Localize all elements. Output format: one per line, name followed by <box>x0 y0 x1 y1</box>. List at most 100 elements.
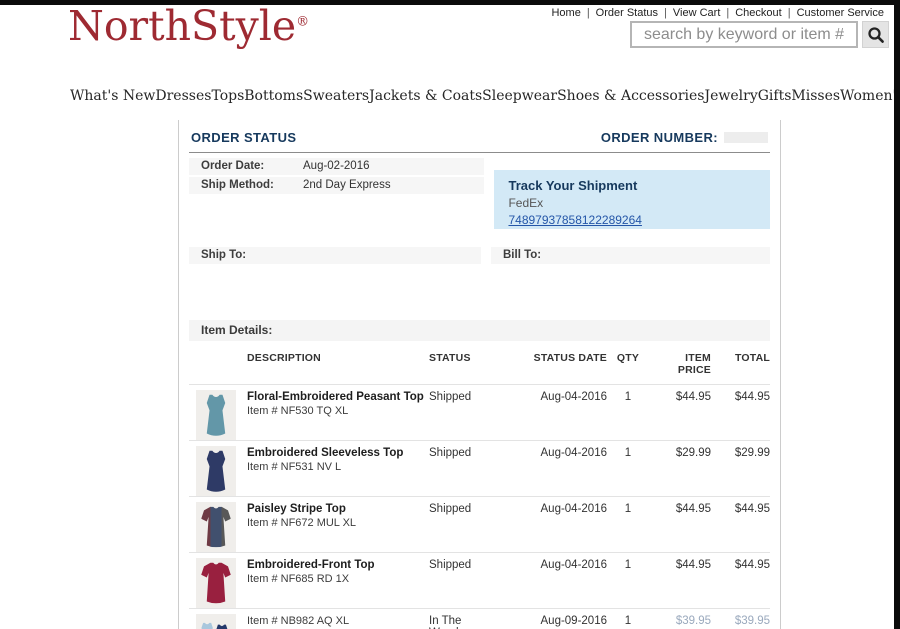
nav-item-tops[interactable]: Tops <box>211 88 244 104</box>
brand-name: NorthStyle <box>68 2 296 50</box>
product-thumbnail-graphic <box>197 391 235 439</box>
page-title: ORDER STATUS <box>191 130 296 145</box>
item-status: Shipped <box>429 502 521 515</box>
search-icon <box>867 26 885 44</box>
table-header: DESCRIPTIONSTATUSSTATUS DATEQTYITEM PRIC… <box>189 345 770 384</box>
product-name: Paisley Stripe Top <box>247 502 425 516</box>
items-table: DESCRIPTIONSTATUSSTATUS DATEQTYITEM PRIC… <box>189 345 770 629</box>
item-total: $44.95 <box>715 502 770 515</box>
item-status-date: Aug-04-2016 <box>525 390 607 403</box>
tracking-number-link[interactable]: 74897937858122289264 <box>508 213 641 227</box>
product-thumbnail-graphic <box>197 615 235 629</box>
item-description: Paisley Stripe Top Item # NF672 MUL XL <box>247 502 425 529</box>
product-thumbnail <box>196 558 236 608</box>
nav-item-sweaters[interactable]: Sweaters <box>303 88 369 104</box>
link-separator: | <box>788 7 791 19</box>
item-price: $44.95 <box>649 558 711 571</box>
column-header-status-date: STATUS DATE <box>525 352 607 376</box>
product-thumbnail <box>196 502 236 552</box>
nav-item-jackets-coats[interactable]: Jackets & Coats <box>369 88 482 104</box>
product-thumbnail-graphic <box>197 559 235 607</box>
order-info-row: Order Date:Aug-02-2016Ship Method:2nd Da… <box>189 158 770 229</box>
search-bar <box>630 21 889 48</box>
table-row: Item # NB982 AQ XL In The Warehouse Aug-… <box>189 608 770 629</box>
brand-logo[interactable]: NorthStyle® <box>68 4 309 49</box>
nav-item-women-s[interactable]: Women's <box>840 88 900 104</box>
product-item-number: Item # NF672 MUL XL <box>247 517 425 529</box>
item-status: Shipped <box>429 558 521 571</box>
product-thumbnail <box>196 614 236 629</box>
item-status: Shipped <box>429 446 521 459</box>
table-body: Floral-Embroidered Peasant Top Item # NF… <box>189 384 770 629</box>
item-status-date: Aug-04-2016 <box>525 446 607 459</box>
product-item-number: Item # NB982 AQ XL <box>247 615 425 627</box>
search-input[interactable] <box>630 21 858 48</box>
item-total: $44.95 <box>715 558 770 571</box>
order-status-panel: ORDER STATUS ORDER NUMBER: Order Date:Au… <box>178 120 781 629</box>
item-qty: 1 <box>611 502 645 515</box>
item-description: Item # NB982 AQ XL <box>247 614 425 627</box>
column-header-qty: QTY <box>611 352 645 376</box>
column-header-description: DESCRIPTION <box>247 352 425 376</box>
nav-item-jewelry[interactable]: Jewelry <box>704 88 757 104</box>
order-number-redacted <box>724 132 768 143</box>
product-thumbnail-graphic <box>197 447 235 495</box>
item-price: $29.99 <box>649 446 711 459</box>
field-label: Ship Method: <box>201 179 303 191</box>
link-separator: | <box>587 7 590 19</box>
search-button[interactable] <box>862 21 889 48</box>
field-value: 2nd Day Express <box>303 179 391 191</box>
item-description: Embroidered-Front Top Item # NF685 RD 1X <box>247 558 425 585</box>
column-header-total: TOTAL <box>715 352 770 376</box>
product-item-number: Item # NF531 NV L <box>247 461 425 473</box>
item-price: $39.95 <box>649 614 711 627</box>
product-item-number: Item # NF530 TQ XL <box>247 405 425 417</box>
main-nav: What's NewDressesTopsBottomsSweatersJack… <box>70 88 860 104</box>
product-thumbnail <box>196 390 236 440</box>
thumb-column-spacer <box>189 352 243 376</box>
tracking-carrier: FedEx <box>508 196 756 210</box>
bill-to-label: Bill To: <box>491 247 770 264</box>
nav-item-gifts[interactable]: Gifts <box>758 88 792 104</box>
nav-item-sleepwear[interactable]: Sleepwear <box>482 88 557 104</box>
address-row: Ship To: Bill To: <box>189 247 770 264</box>
item-status: In The Warehouse <box>429 614 521 629</box>
field-label: Order Date: <box>201 160 303 172</box>
link-separator: | <box>726 7 729 19</box>
item-status-date: Aug-04-2016 <box>525 502 607 515</box>
nav-item-shoes-accessories[interactable]: Shoes & Accessories <box>557 88 704 104</box>
ship-to-label: Ship To: <box>189 247 481 264</box>
right-black-strip <box>894 0 900 629</box>
product-thumbnail-graphic <box>197 503 235 551</box>
nav-item-dresses[interactable]: Dresses <box>155 88 211 104</box>
top-link-order-status[interactable]: Order Status <box>596 7 658 19</box>
item-qty: 1 <box>611 446 645 459</box>
item-qty: 1 <box>611 558 645 571</box>
field-value: Aug-02-2016 <box>303 160 370 172</box>
column-header-item-price: ITEM PRICE <box>649 352 711 376</box>
order-field-order-date: Order Date:Aug-02-2016 <box>189 158 484 175</box>
item-description: Floral-Embroidered Peasant Top Item # NF… <box>247 390 425 417</box>
product-name: Embroidered-Front Top <box>247 558 425 572</box>
item-status-date: Aug-09-2016 <box>525 614 607 627</box>
top-link-customer-service[interactable]: Customer Service <box>797 7 884 19</box>
item-description: Embroidered Sleeveless Top Item # NF531 … <box>247 446 425 473</box>
section-header: ORDER STATUS ORDER NUMBER: <box>189 126 770 153</box>
table-row: Floral-Embroidered Peasant Top Item # NF… <box>189 384 770 440</box>
nav-item-what-s-new[interactable]: What's New <box>70 88 155 104</box>
item-qty: 1 <box>611 614 645 627</box>
tracking-title: Track Your Shipment <box>508 178 756 193</box>
order-field-ship-method: Ship Method:2nd Day Express <box>189 177 484 194</box>
top-link-home[interactable]: Home <box>551 7 580 19</box>
nav-item-bottoms[interactable]: Bottoms <box>244 88 303 104</box>
item-status: Shipped <box>429 390 521 403</box>
top-link-view-cart[interactable]: View Cart <box>673 7 720 19</box>
product-name: Floral-Embroidered Peasant Top <box>247 390 425 404</box>
item-status-date: Aug-04-2016 <box>525 558 607 571</box>
table-row: Embroidered-Front Top Item # NF685 RD 1X… <box>189 552 770 608</box>
top-link-checkout[interactable]: Checkout <box>735 7 781 19</box>
tracking-box: Track Your Shipment FedEx 74897937858122… <box>494 170 770 229</box>
nav-item-misses[interactable]: Misses <box>791 88 840 104</box>
product-thumbnail <box>196 446 236 496</box>
item-qty: 1 <box>611 390 645 403</box>
